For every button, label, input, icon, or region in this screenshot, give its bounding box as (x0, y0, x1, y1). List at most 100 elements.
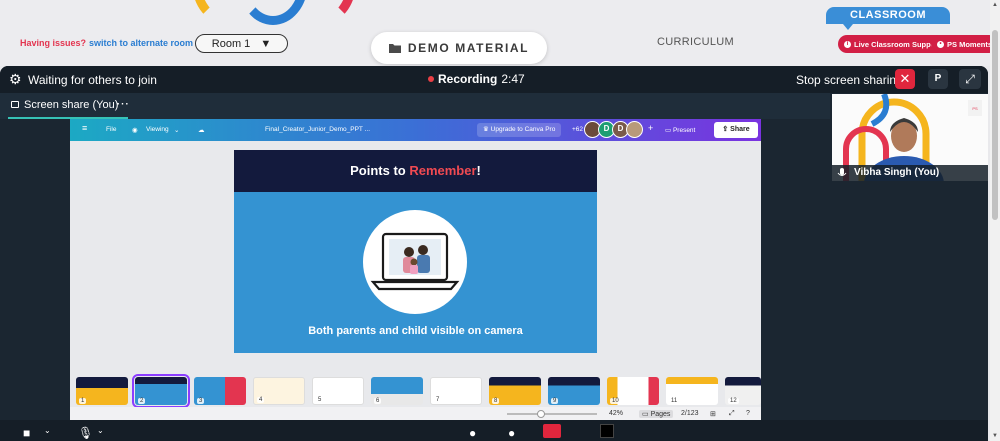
microphone-icon (837, 168, 847, 176)
present-button[interactable]: ▭ Present (665, 126, 695, 134)
monitor-icon (11, 101, 19, 108)
thumb-number: 5 (316, 397, 324, 403)
meeting-controls-bar: ■ ⌄ 🎙 ⌄ ● ● (0, 420, 988, 441)
participants-icon[interactable]: ● (469, 426, 476, 440)
share-button[interactable]: ⇪ Share (714, 122, 758, 138)
avatar (626, 121, 643, 138)
slide-thumbnail[interactable]: 5 (312, 377, 364, 405)
recording-indicator: Recording 2:47 (428, 72, 525, 86)
thumb-number: 10 (610, 398, 621, 404)
laptop-family-icon (370, 232, 460, 291)
demo-material-button[interactable]: DEMO MATERIAL (371, 32, 547, 64)
slide-thumbnail[interactable]: 10 (607, 377, 659, 405)
svg-text:PS: PS (972, 106, 978, 111)
slide-thumbnail[interactable]: 6 (371, 377, 423, 405)
cloud-icon: ☁ (198, 127, 205, 134)
thumb-number: 8 (492, 398, 500, 404)
canva-toolbar: ≡ File ◉ Viewing ⌄ ☁ Final_Creator_Junio… (70, 119, 761, 141)
grid-view-icon[interactable]: ⊞ (710, 410, 716, 418)
zoom-slider-knob[interactable] (537, 410, 545, 418)
chat-icon[interactable]: ● (508, 426, 515, 440)
hamburger-icon[interactable]: ≡ (82, 123, 87, 133)
slide-canvas: Points to Remember! Both parents and chi… (234, 150, 597, 353)
thumb-number: 3 (197, 398, 205, 404)
slide-thumbnail[interactable]: 11 (666, 377, 718, 405)
chevron-down-icon[interactable]: ⌄ (97, 426, 104, 435)
scroll-down-icon[interactable]: ▼ (992, 433, 998, 439)
slide-thumbnail-selected[interactable]: 2 (132, 374, 190, 408)
more-icon[interactable] (600, 424, 614, 438)
meeting-window: ⚙ Waiting for others to join Recording 2… (0, 66, 988, 441)
scroll-up-icon[interactable]: ▲ (992, 2, 998, 8)
app-header: Having issues? switch to alternate room R… (0, 0, 1000, 66)
participant-p-button[interactable]: P (928, 69, 948, 89)
present-label: Present (672, 127, 696, 134)
fullscreen-button[interactable]: ⤢ (959, 69, 981, 89)
viewing-menu[interactable]: Viewing (146, 126, 169, 133)
upgrade-button[interactable]: ♛ Upgrade to Canva Pro (477, 123, 562, 137)
curriculum-tab[interactable]: CURRICULUM (657, 36, 734, 48)
screen-share-tab[interactable]: Screen share (You) (24, 99, 118, 111)
share-label: Share (730, 126, 750, 133)
ps-moments-button[interactable]: • PS Moments (931, 35, 999, 53)
plus-icon[interactable]: + (648, 123, 653, 133)
thumb-number: 11 (669, 398, 680, 404)
camera-icon: • (937, 40, 944, 48)
stop-sharing-button[interactable]: ✕ (895, 69, 915, 89)
microphone-icon[interactable]: 🎙 (78, 426, 93, 440)
crown-icon: ♛ (483, 126, 491, 133)
screen-share-icon[interactable] (543, 424, 561, 438)
pages-icon: ▭ (642, 411, 651, 418)
camera-icon[interactable]: ■ (23, 426, 30, 440)
close-icon: ✕ (899, 71, 911, 86)
eye-icon: ◉ (132, 127, 138, 134)
pages-label: Pages (650, 411, 671, 418)
slide-thumbnail[interactable]: 7 (430, 377, 482, 405)
chevron-down-icon[interactable]: ⌄ (44, 426, 51, 435)
recording-label: Recording (438, 72, 498, 86)
thumb-number: 9 (551, 398, 559, 404)
laptop-illustration (363, 210, 467, 314)
slide-title-highlight: Remember (409, 163, 477, 178)
slide-thumbnail[interactable]: 4 (253, 377, 305, 405)
meeting-top-bar: ⚙ Waiting for others to join Recording 2… (0, 66, 988, 93)
slide-title: Points to Remember! (234, 150, 597, 192)
room-select[interactable]: Room 1 ▼ (195, 34, 288, 53)
issues-text: Having issues? switch to alternate room (20, 38, 193, 48)
more-options-icon[interactable]: ⋯ (116, 96, 129, 112)
zoom-slider-track[interactable] (507, 413, 597, 415)
classroom-tab-pointer (843, 24, 853, 30)
zoom-level: 42% (609, 410, 624, 417)
file-menu[interactable]: File (106, 126, 116, 133)
thumb-number: 1 (79, 398, 87, 404)
self-name-label: Vibha Singh (You) (852, 165, 988, 181)
info-icon: i (844, 40, 851, 48)
gear-icon[interactable]: ⚙ (9, 71, 22, 88)
slide-thumbnail[interactable]: 9 (548, 377, 600, 405)
waiting-status: Waiting for others to join (28, 73, 157, 87)
slide-thumbnail[interactable]: 3 (194, 377, 246, 405)
slide-thumbnail[interactable]: 1 (76, 377, 128, 405)
stop-sharing-label: Stop screen sharing (796, 73, 903, 87)
slide-thumbnail[interactable]: 12 (725, 377, 761, 405)
collaborator-count: +62 (572, 126, 584, 133)
classroom-tab[interactable]: CLASSROOM (826, 7, 950, 24)
fullscreen-icon[interactable]: ⤢ (729, 410, 735, 418)
thumb-number: 4 (257, 397, 265, 403)
recording-dot-icon (428, 76, 434, 82)
slide-thumbnail[interactable]: 8 (489, 377, 541, 405)
help-icon[interactable]: ? (746, 410, 750, 417)
room-select-value: Room 1 (211, 37, 251, 50)
document-title[interactable]: Final_Creator_Junior_Demo_PPT ... (265, 126, 370, 133)
self-video-tile: PS Vibha Singh (You) (832, 94, 988, 181)
upload-icon: ⇪ (722, 126, 731, 133)
scrollbar-thumb[interactable] (992, 30, 998, 220)
page-scrollbar[interactable]: ▲ ▼ (990, 0, 1000, 441)
chevron-down-icon: ⌄ (174, 127, 180, 134)
present-icon: ▭ (665, 127, 673, 134)
mic-indicator (832, 165, 852, 181)
pages-button[interactable]: ▭ Pages (639, 410, 674, 418)
recording-time: 2:47 (501, 72, 525, 86)
alternate-room-link[interactable]: switch to alternate room (89, 38, 193, 48)
screen-share-tab-bar: Screen share (You) ⋯ (0, 93, 830, 119)
